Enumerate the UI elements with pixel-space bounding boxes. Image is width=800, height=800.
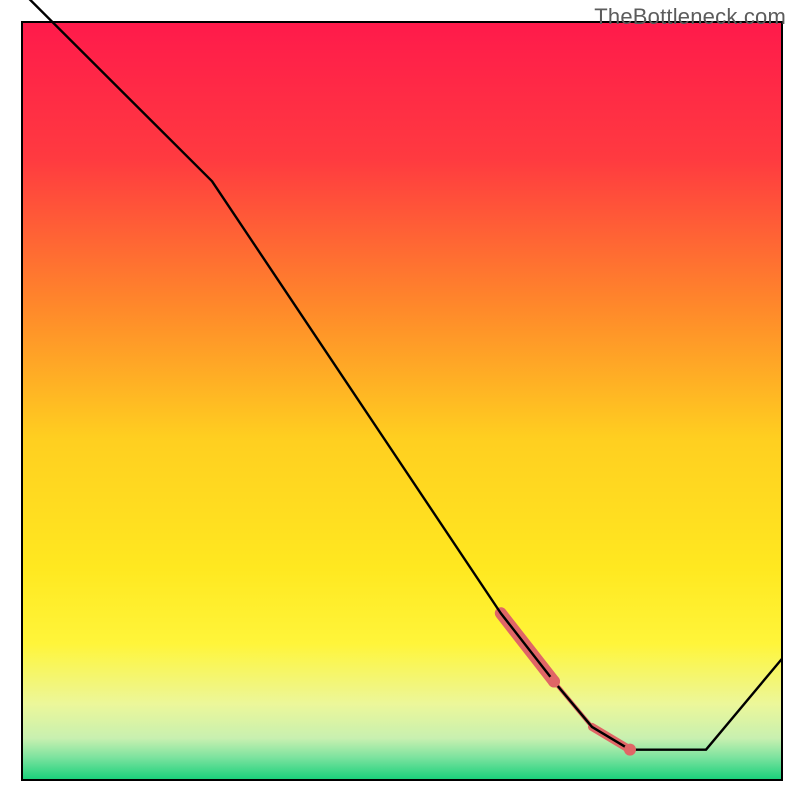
plot-background <box>22 22 782 780</box>
highlight-point <box>548 675 560 687</box>
bottleneck-chart: TheBottleneck.com <box>0 0 800 800</box>
highlight-point <box>624 744 636 756</box>
chart-canvas <box>0 0 800 800</box>
